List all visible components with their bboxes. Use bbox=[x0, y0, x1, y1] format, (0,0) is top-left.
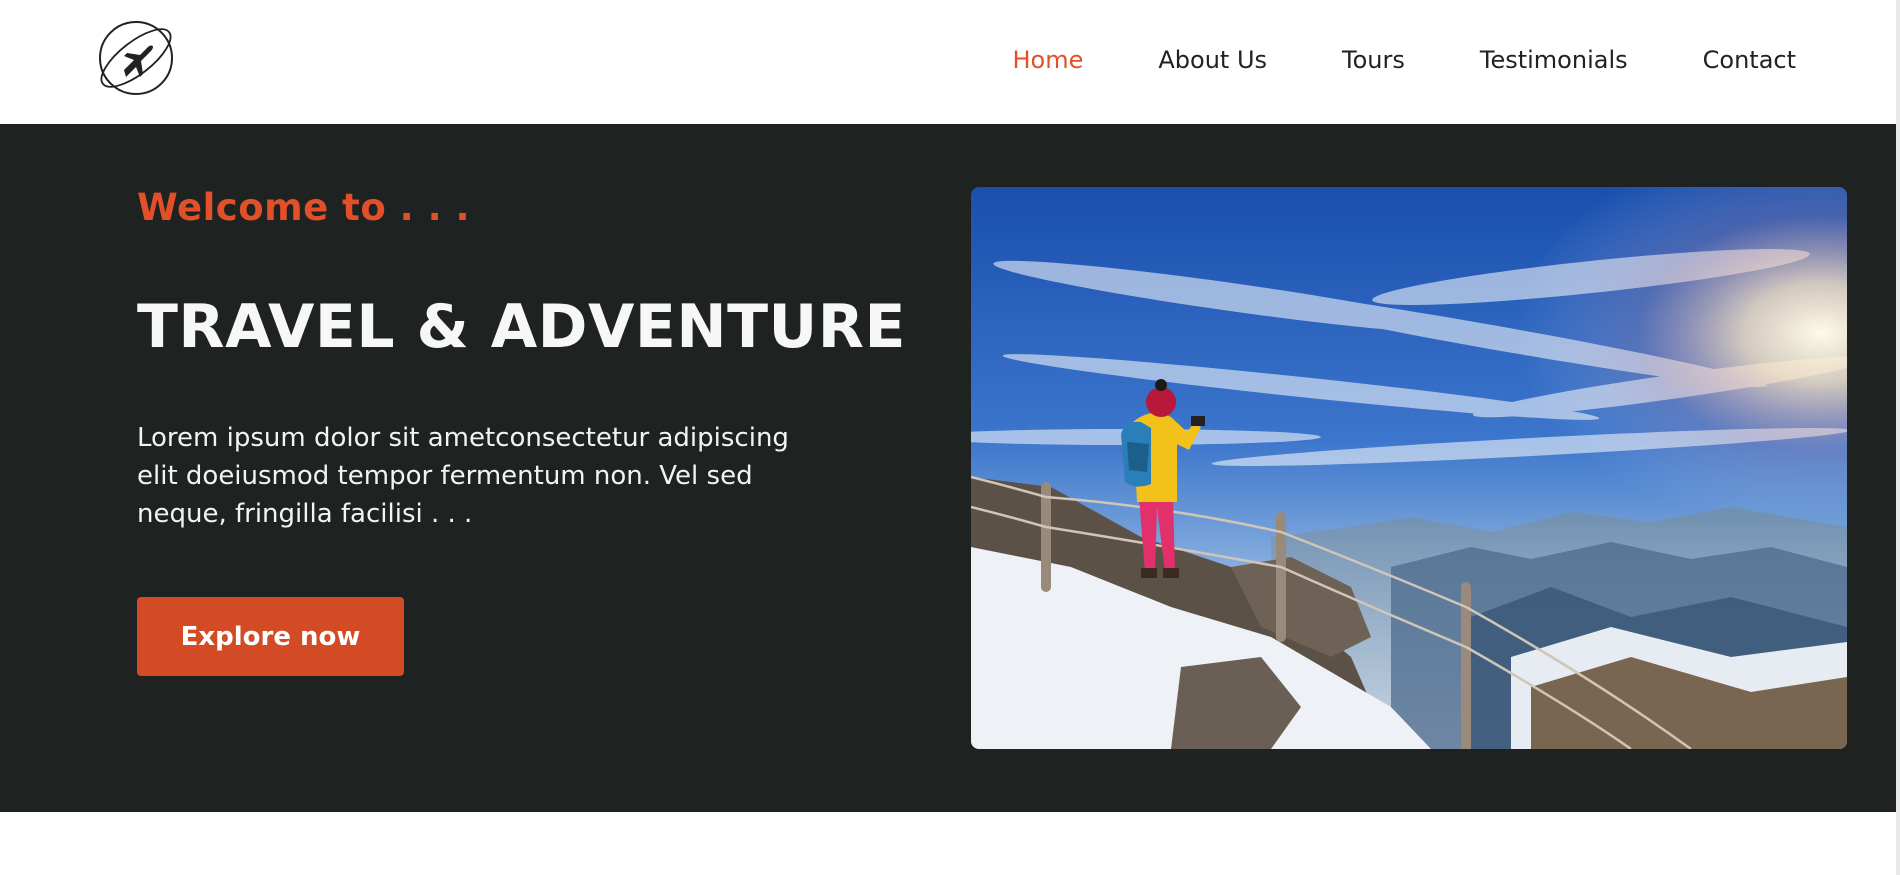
nav-tours-link[interactable]: Tours bbox=[1342, 46, 1405, 74]
nav-home-link[interactable]: Home bbox=[1012, 46, 1083, 74]
main-nav: Home About Us Tours Testimonials Contact bbox=[937, 40, 1796, 80]
hero-hiker-mountain-image bbox=[971, 187, 1847, 749]
nav-about-link[interactable]: About Us bbox=[1158, 46, 1267, 74]
nav-testimonials-link[interactable]: Testimonials bbox=[1480, 46, 1628, 74]
hero-section: Welcome to . . . TRAVEL & ADVENTURE Lore… bbox=[0, 124, 1896, 812]
hero-title: TRAVEL & ADVENTURE bbox=[137, 292, 906, 362]
site-header: Home About Us Tours Testimonials Contact bbox=[0, 0, 1896, 124]
hero-description: Lorem ipsum dolor sit ametconsectetur ad… bbox=[137, 423, 789, 529]
page-scrollbar[interactable] bbox=[1896, 0, 1900, 875]
explore-now-button[interactable]: Explore now bbox=[137, 597, 404, 676]
nav-contact-link[interactable]: Contact bbox=[1703, 46, 1796, 74]
logo-globe-airplane-icon[interactable] bbox=[94, 16, 178, 100]
hero-welcome-text: Welcome to . . . bbox=[137, 186, 471, 229]
